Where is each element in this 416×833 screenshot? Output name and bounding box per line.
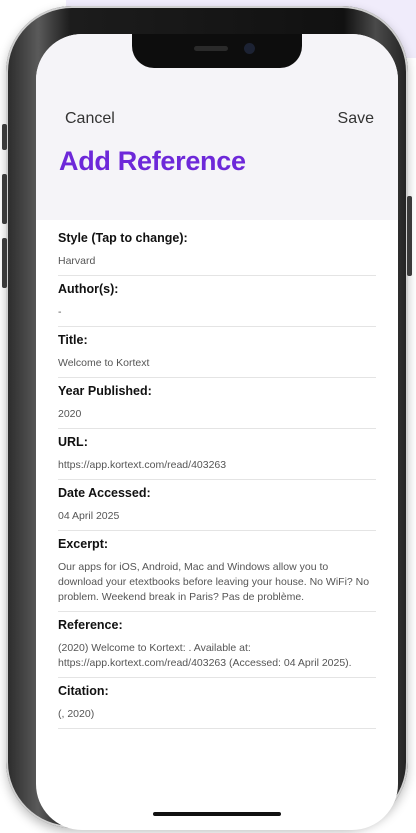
citation-field: Citation: (, 2020) [58, 684, 376, 729]
authors-label: Author(s): [58, 282, 119, 296]
date-accessed-input[interactable]: 04 April 2025 [58, 509, 376, 524]
url-label: URL: [58, 435, 88, 449]
year-field[interactable]: Year Published: 2020 [58, 384, 376, 429]
title-label: Title: [58, 333, 88, 347]
volume-up-button [2, 174, 7, 224]
style-label: Style (Tap to change): [58, 231, 188, 245]
url-input[interactable]: https://app.kortext.com/read/403263 [58, 458, 376, 473]
year-input[interactable]: 2020 [58, 407, 376, 422]
authors-field[interactable]: Author(s): - [58, 282, 376, 327]
volume-down-button [2, 238, 7, 288]
reference-label: Reference: [58, 618, 123, 632]
excerpt-input[interactable]: Our apps for iOS, Android, Mac and Windo… [58, 560, 376, 605]
date-accessed-label: Date Accessed: [58, 486, 151, 500]
url-field[interactable]: URL: https://app.kortext.com/read/403263 [58, 435, 376, 480]
style-field[interactable]: Style (Tap to change): Harvard [58, 231, 376, 276]
front-camera [244, 43, 255, 54]
cancel-button[interactable]: Cancel [65, 110, 115, 128]
phone-screen: Cancel Save Add Reference Style (Tap to … [36, 34, 398, 830]
excerpt-field[interactable]: Excerpt: Our apps for iOS, Android, Mac … [58, 537, 376, 612]
home-indicator[interactable] [153, 812, 281, 816]
excerpt-label: Excerpt: [58, 537, 109, 551]
style-value[interactable]: Harvard [58, 254, 376, 269]
title-field[interactable]: Title: Welcome to Kortext [58, 333, 376, 378]
save-button[interactable]: Save [338, 110, 374, 128]
page-title: Add Reference [59, 146, 246, 176]
reference-field: Reference: (2020) Welcome to Kortext: . … [58, 618, 376, 678]
reference-form: Style (Tap to change): Harvard Author(s)… [58, 226, 376, 735]
phone-frame: Cancel Save Add Reference Style (Tap to … [2, 6, 412, 830]
power-button [407, 196, 412, 276]
citation-label: Citation: [58, 684, 109, 698]
silent-switch [2, 124, 7, 150]
notch [132, 34, 302, 68]
year-label: Year Published: [58, 384, 152, 398]
citation-text: (, 2020) [58, 708, 95, 720]
date-accessed-field[interactable]: Date Accessed: 04 April 2025 [58, 486, 376, 531]
reference-text: (2020) Welcome to Kortext: . Available a… [58, 642, 352, 669]
authors-input[interactable]: - [58, 305, 376, 320]
speaker-grille [194, 46, 228, 51]
title-input[interactable]: Welcome to Kortext [58, 356, 376, 371]
